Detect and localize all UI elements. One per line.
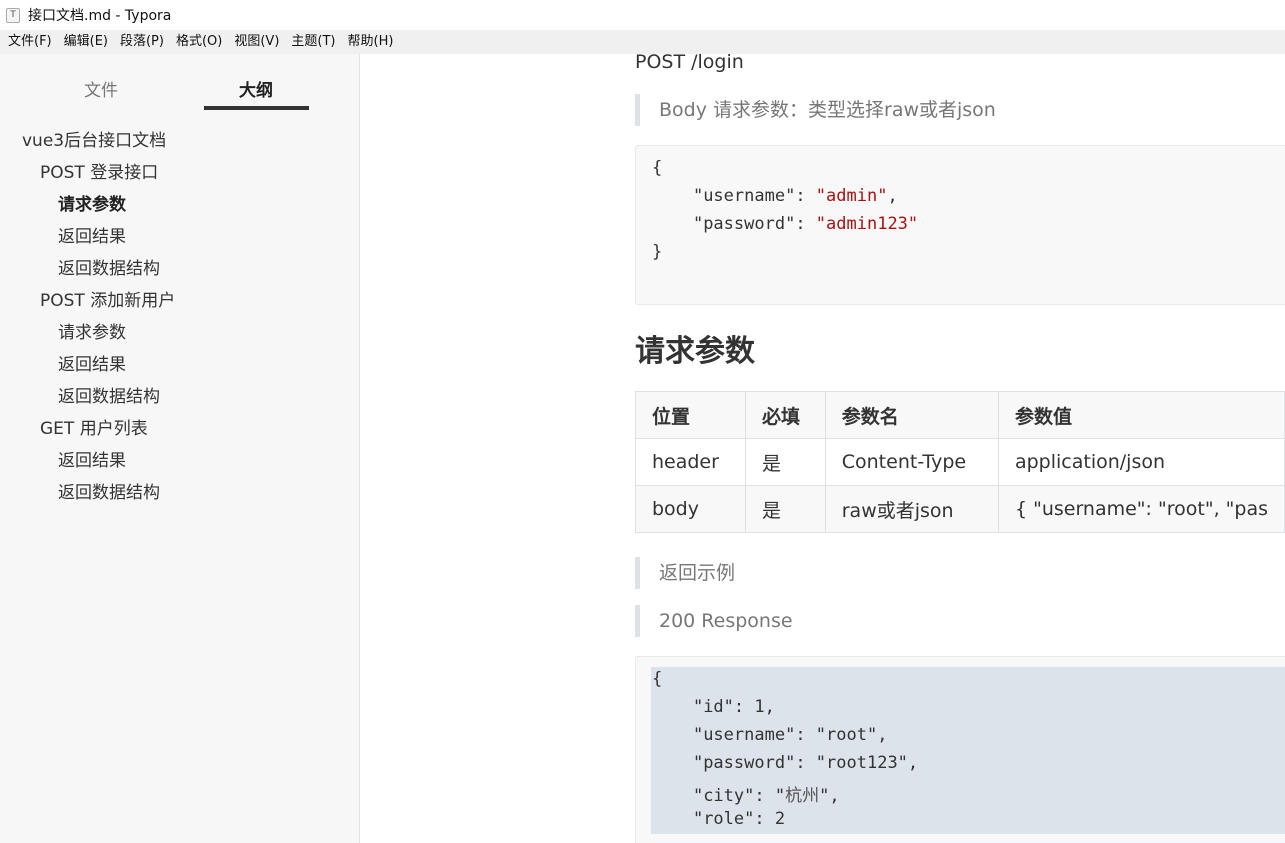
table-cell: application/json [997, 438, 1285, 486]
response-note-quote: 200 Response [635, 605, 1285, 637]
table-cell: Content-Type [824, 438, 999, 486]
body-note-quote: Body 请求参数：类型选择raw或者json [635, 94, 1285, 126]
json-string: "root123" [815, 753, 908, 773]
json-key: "username" [692, 725, 796, 745]
json-key: "username" [692, 186, 796, 206]
code-line: } [652, 242, 663, 262]
menu-paragraph[interactable]: 段落(P) [114, 30, 170, 54]
tab-outline[interactable]: 大纲 [239, 76, 273, 101]
typora-app-icon: T [6, 7, 20, 23]
table-cell: 是 [745, 438, 826, 486]
json-number: 1 [754, 697, 765, 717]
table-cell: { "username": "root", "pas [997, 485, 1285, 533]
menu-bar: 文件(F) 编辑(E) 段落(P) 格式(O) 视图(V) 主题(T) 帮助(H… [0, 30, 1285, 54]
table-cell: 是 [745, 485, 826, 533]
code-line: "password": "admin123" [692, 214, 919, 234]
section-heading: 请求参数 [635, 334, 755, 369]
tab-files[interactable]: 文件 [84, 76, 118, 101]
window-title: 接口文档.md - Typora [28, 8, 172, 24]
sidebar: 文件 大纲 vue3后台接口文档 POST 登录接口 请求参数 返回结果 返回数… [0, 54, 360, 843]
table-cell: body [634, 485, 747, 533]
code-line: "city": "杭州", [692, 786, 840, 806]
example-note-quote: 返回示例 [635, 557, 1285, 589]
title-bar: T 接口文档.md - Typora [0, 0, 1285, 30]
json-key: "role" [692, 809, 755, 829]
json-string: "admin123" [815, 214, 919, 234]
menu-format[interactable]: 格式(O) [170, 30, 228, 54]
code-line: "password": "root123", [692, 753, 919, 773]
json-string: 杭州 [785, 786, 820, 806]
table-row: header 是 Content-Type application/json [634, 438, 1285, 486]
json-key: "city" [692, 786, 755, 806]
outline-item[interactable]: POST 添加新用户 [40, 286, 175, 311]
code-line: "username": "admin", [692, 186, 898, 206]
code-line: { [652, 669, 663, 689]
outline-item[interactable]: 返回结果 [58, 222, 126, 247]
code-line: "username": "root", [692, 725, 888, 745]
table-row: body 是 raw或者json { "username": "root", "… [634, 485, 1285, 533]
endpoint-line: POST /login [635, 54, 744, 73]
table-header-cell: 参数值 [997, 391, 1285, 439]
table-header-row: 位置 必填 参数名 参数值 [634, 391, 1285, 439]
table-header-cell: 必填 [745, 391, 826, 439]
active-tab-indicator [204, 106, 309, 110]
outline-item[interactable]: 返回数据结构 [58, 254, 160, 279]
json-string: "admin" [815, 186, 888, 206]
editor-content[interactable]: POST /login Body 请求参数：类型选择raw或者json { "u… [360, 54, 1285, 843]
table-header-cell: 参数名 [824, 391, 999, 439]
menu-themes[interactable]: 主题(T) [285, 30, 341, 54]
outline-item[interactable]: 返回数据结构 [58, 382, 160, 407]
json-string: "root" [815, 725, 878, 745]
json-key: "password" [692, 753, 796, 773]
table-cell: raw或者json [824, 485, 999, 533]
outline-item[interactable]: 返回结果 [58, 446, 126, 471]
request-code-block[interactable]: { "username": "admin", "password": "admi… [635, 145, 1285, 305]
table-cell: header [634, 438, 747, 486]
outline-item[interactable]: 返回数据结构 [58, 478, 160, 503]
menu-file[interactable]: 文件(F) [2, 30, 58, 54]
outline-item[interactable]: 返回结果 [58, 350, 126, 375]
table-header-cell: 位置 [634, 391, 747, 439]
code-line: "id": 1, [692, 697, 775, 717]
json-key: "id" [692, 697, 734, 717]
menu-help[interactable]: 帮助(H) [342, 30, 400, 54]
outline-item[interactable]: POST 登录接口 [40, 158, 158, 183]
json-number: 2 [774, 809, 786, 829]
outline-item[interactable]: vue3后台接口文档 [22, 126, 166, 151]
code-line: { [652, 158, 663, 178]
sidebar-tabs: 文件 大纲 [0, 54, 359, 114]
json-key: "password" [692, 214, 796, 234]
outline-item[interactable]: GET 用户列表 [40, 414, 148, 439]
outline-item[interactable]: 请求参数 [58, 318, 126, 343]
menu-view[interactable]: 视图(V) [228, 30, 285, 54]
params-table[interactable]: 位置 必填 参数名 参数值 header 是 Content-Type appl… [634, 391, 1285, 533]
menu-edit[interactable]: 编辑(E) [58, 30, 114, 54]
response-code-block[interactable]: { "id": 1, "username": "root", "password… [635, 656, 1285, 843]
outline-item-active[interactable]: 请求参数 [58, 190, 126, 215]
code-line: "role": 2 [692, 809, 786, 829]
